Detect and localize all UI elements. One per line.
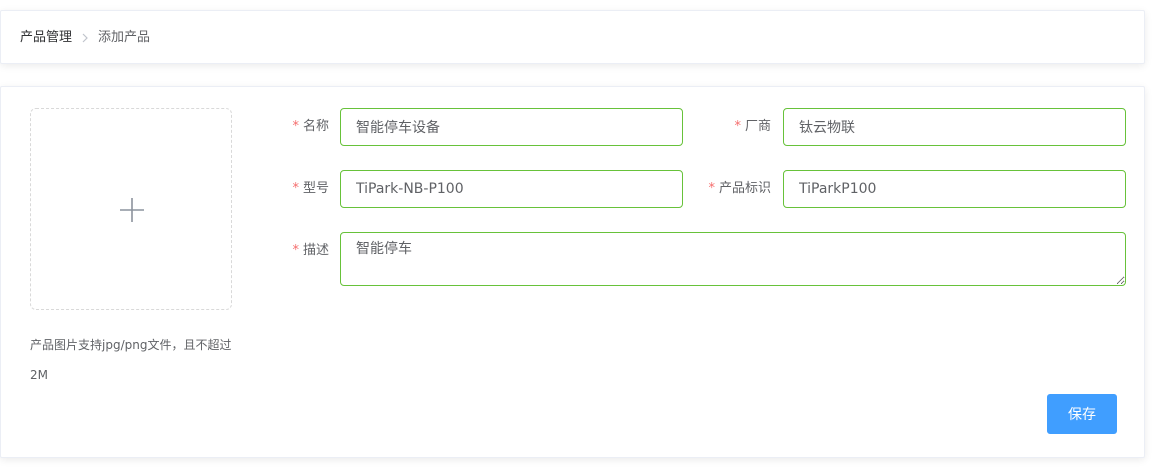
save-button[interactable]: 保存 [1047, 394, 1117, 434]
breadcrumb-card: 产品管理 添加产品 [0, 10, 1145, 64]
required-marker: * [734, 119, 741, 134]
breadcrumb-item-product-management[interactable]: 产品管理 [20, 30, 72, 46]
chevron-right-icon [81, 30, 89, 46]
model-input[interactable] [340, 170, 683, 208]
required-marker: * [292, 181, 299, 196]
name-label-text: 名称 [302, 119, 329, 134]
image-uploader[interactable] [30, 108, 232, 310]
required-marker: * [292, 243, 299, 258]
product-key-label-text: 产品标识 [718, 181, 771, 196]
description-label: * 描述 [241, 232, 329, 270]
product-form-card: 产品图片支持jpg/png文件，且不超过2M *名称 *厂商 *型号 *产品标识… [0, 86, 1145, 458]
description-textarea[interactable]: 智能停车 [340, 232, 1126, 286]
product-key-label: * 产品标识 [683, 170, 771, 208]
vendor-label-text: 厂商 [744, 119, 771, 134]
required-marker: * [292, 119, 299, 134]
breadcrumb-item-add-product: 添加产品 [98, 30, 151, 45]
model-label: * 型号 [241, 170, 329, 208]
required-marker: * [708, 181, 715, 196]
plus-icon [120, 198, 144, 222]
product-key-input[interactable] [783, 170, 1126, 208]
vendor-input[interactable] [783, 108, 1126, 146]
name-input[interactable] [340, 108, 683, 146]
vendor-label: * 厂商 [683, 108, 771, 146]
description-label-text: 描述 [302, 243, 329, 258]
breadcrumb: 产品管理 添加产品 [20, 30, 150, 46]
name-label: * 名称 [241, 108, 329, 146]
model-label-text: 型号 [302, 181, 329, 196]
upload-tip: 产品图片支持jpg/png文件，且不超过2M [30, 338, 232, 382]
